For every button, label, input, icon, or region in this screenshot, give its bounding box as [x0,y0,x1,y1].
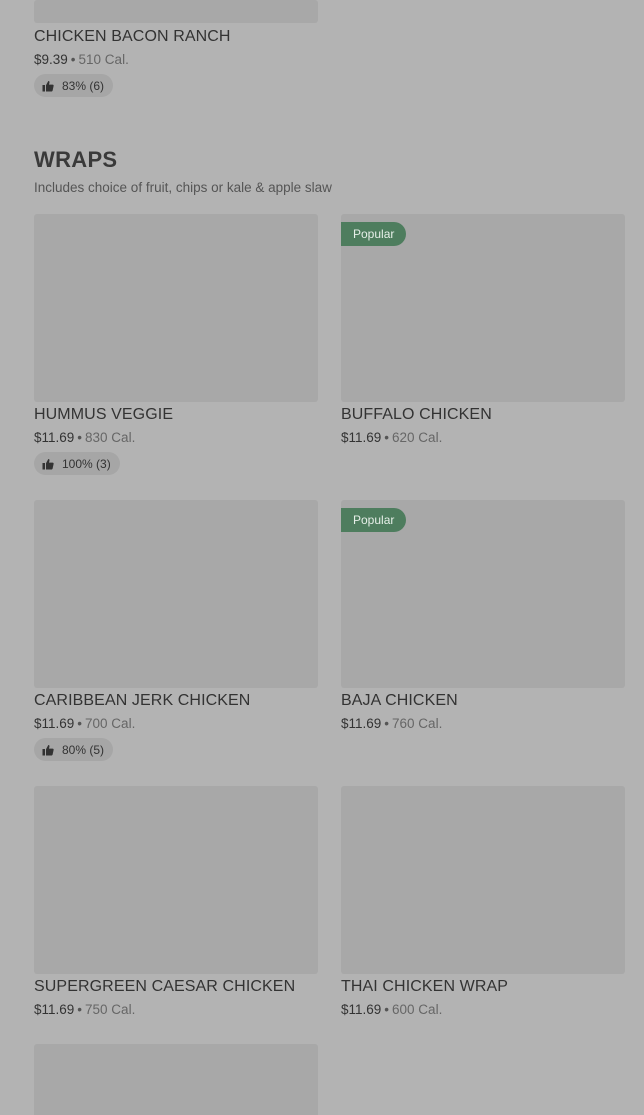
item-calories: 830 Cal. [85,430,136,445]
item-calories: 620 Cal. [392,430,443,445]
item-calories: 510 Cal. [78,52,129,67]
item-price: $11.69 [34,430,75,445]
item-name: SUPERGREEN CAESAR CHICKEN [34,978,296,995]
section-subtitle: Includes choice of fruit, chips or kale … [34,180,332,195]
menu-item-card[interactable] [34,1044,318,1115]
item-price-calories: $11.69 • 750 Cal. [34,1002,135,1017]
item-price-calories: $11.69 • 760 Cal. [341,716,442,731]
item-price: $11.69 [34,716,75,731]
item-price-calories: $11.69 • 620 Cal. [341,430,442,445]
item-price: $11.69 [341,430,382,445]
item-calories: 750 Cal. [85,1002,136,1017]
menu-item-card[interactable]: SUPERGREEN CAESAR CHICKEN $11.69 • 750 Cal… [34,786,318,1026]
menu-item-card[interactable]: Popular BUFFALO CHICKEN $11.69 • 620 Cal. [341,214,625,484]
item-name: CHICKEN BACON RANCH [34,28,231,45]
item-name: HUMMUS VEGGIE [34,406,174,423]
item-price-calories: $9.39 • 510 Cal. [34,52,129,67]
item-price-calories: $11.69 • 600 Cal. [341,1002,442,1017]
item-image[interactable] [34,500,318,688]
item-image[interactable] [34,0,318,23]
item-calories: 600 Cal. [392,1002,443,1017]
rating-text: 80% (5) [62,742,105,757]
rating-badge: 100% (3) [34,452,120,475]
menu-item-card[interactable]: HUMMUS VEGGIE $11.69 • 830 Cal. 100% (3) [34,214,318,484]
item-price-calories: $11.69 • 700 Cal. [34,716,135,731]
section-title: WRAPS [34,147,118,172]
item-image[interactable] [34,214,318,402]
rating-text: 83% (6) [62,78,105,93]
popular-badge: Popular [341,508,407,532]
item-price: $9.39 [34,52,68,67]
item-price: $11.69 [341,716,382,731]
item-name: BUFFALO CHICKEN [341,406,492,423]
menu-item-card-chicken-bacon-ranch[interactable]: CHICKEN BACON RANCH $9.39 • 510 Cal. 83% (… [34,0,318,100]
rating-badge: 80% (5) [34,738,114,761]
item-name: BAJA CHICKEN [341,692,458,709]
item-price: $11.69 [34,1002,75,1017]
item-name: CARIBBEAN JERK CHICKEN [34,692,251,709]
thumbs-up-icon [42,744,54,755]
rating-text: 100% (3) [62,456,111,471]
item-calories: 760 Cal. [392,716,443,731]
item-image[interactable] [341,786,625,974]
menu-item-card[interactable]: Popular BAJA CHICKEN $11.69 • 760 Cal. [341,500,625,770]
thumbs-up-icon [42,80,54,91]
separator-dot: • [384,716,390,731]
separator-dot: • [77,716,83,731]
separator-dot: • [384,430,390,445]
item-image[interactable] [34,786,318,974]
item-calories: 700 Cal. [85,716,136,731]
separator-dot: • [77,1002,83,1017]
separator-dot: • [70,52,76,67]
separator-dot: • [384,1002,390,1017]
menu-item-card[interactable]: CARIBBEAN JERK CHICKEN $11.69 • 700 Cal. 8… [34,500,318,770]
item-image[interactable] [34,1044,318,1115]
item-price: $11.69 [341,1002,382,1017]
rating-badge: 83% (6) [34,74,114,97]
popular-badge: Popular [341,222,407,246]
item-name: THAI CHICKEN WRAP [341,978,509,995]
menu-item-card[interactable]: THAI CHICKEN WRAP $11.69 • 600 Cal. [341,786,625,1026]
thumbs-up-icon [42,458,54,469]
separator-dot: • [77,430,83,445]
item-price-calories: $11.69 • 830 Cal. [34,430,135,445]
